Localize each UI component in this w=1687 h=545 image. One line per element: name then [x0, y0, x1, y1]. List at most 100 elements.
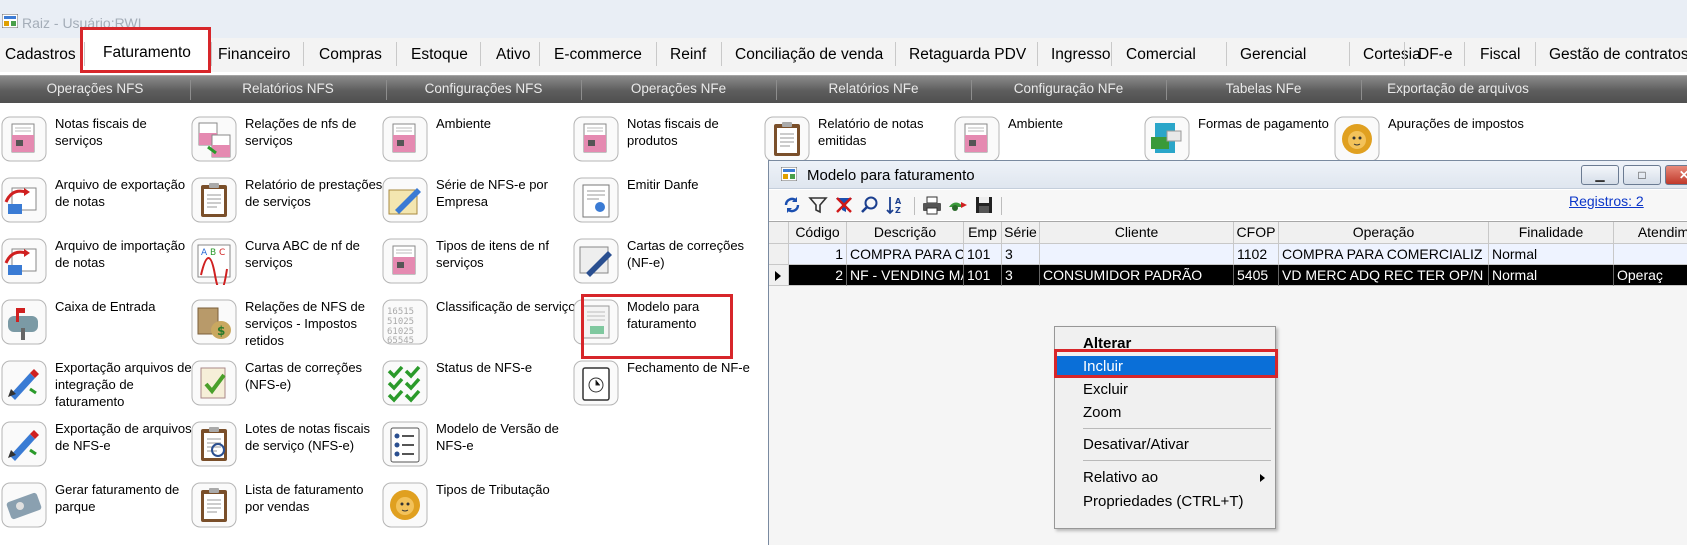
- column-header-cfop[interactable]: CFOP: [1234, 222, 1279, 244]
- tile-gerar-faturamento-de-parque[interactable]: Gerar faturamento de parque: [0, 481, 190, 539]
- tile-arquivo-de-importacao-de-notas[interactable]: Arquivo de importação de notas: [0, 237, 190, 295]
- menu-item-ativo[interactable]: Ativo: [496, 44, 530, 68]
- context-item-propriedades[interactable]: Propriedades (CTRL+T): [1055, 491, 1275, 513]
- tile-lista-de-faturamento-por-vendas[interactable]: Lista de faturamento por vendas: [190, 481, 380, 539]
- column-header-descricao[interactable]: Descrição: [847, 222, 964, 244]
- cell-serie[interactable]: 3: [1002, 244, 1040, 265]
- menu-item-financeiro[interactable]: Financeiro: [218, 44, 290, 68]
- subtab-tabelas-nfe[interactable]: Tabelas NFe: [1166, 76, 1361, 103]
- cell-atendimento[interactable]: Operaç: [1614, 265, 1687, 286]
- tile-lotes-de-notas-fiscais-de-servico-nfs-e[interactable]: Lotes de notas fiscais de serviço (NFS-e…: [190, 420, 380, 478]
- row-indicator[interactable]: [769, 244, 789, 265]
- search-icon[interactable]: [859, 194, 881, 216]
- cell-finalidade[interactable]: Normal: [1489, 244, 1614, 265]
- cell-serie[interactable]: 3: [1002, 265, 1040, 286]
- tile-ambiente[interactable]: Ambiente: [381, 115, 571, 173]
- refresh-icon[interactable]: [781, 194, 803, 216]
- subtab-configura-o-nfe[interactable]: Configuração NFe: [971, 76, 1166, 103]
- registros-link[interactable]: Registros: 2: [1569, 193, 1644, 209]
- cell-cfop[interactable]: 1102: [1234, 244, 1279, 265]
- tile-caixa-de-entrada[interactable]: Caixa de Entrada: [0, 298, 190, 356]
- tile-cartas-de-correcoes-nfs-e[interactable]: Cartas de correções (NFS-e): [190, 359, 380, 417]
- close-button[interactable]: ✕: [1665, 165, 1687, 185]
- export-arrow-icon: [0, 176, 48, 224]
- cell-finalidade[interactable]: Normal: [1489, 265, 1614, 286]
- menu-item-faturamento[interactable]: Faturamento: [103, 42, 191, 66]
- tile-cartas-de-correcoes-nf-e[interactable]: Cartas de correções (NF-e): [572, 237, 762, 295]
- tile-exportacao-de-arquivos-de-nfs-e[interactable]: Exportação de arquivos de NFS-e: [0, 420, 192, 478]
- cell-codigo[interactable]: 1: [789, 244, 847, 265]
- minimize-button[interactable]: ▁: [1581, 165, 1619, 185]
- tile-serie-de-nfs-e-por-empresa[interactable]: Série de NFS-e por Empresa: [381, 176, 571, 234]
- column-header-emp[interactable]: Emp: [964, 222, 1002, 244]
- subtab-opera-es-nfs[interactable]: Operações NFS: [0, 76, 190, 103]
- tile-tipos-de-tributacao[interactable]: Tipos de Tributação: [381, 481, 571, 539]
- menu-item-compras[interactable]: Compras: [319, 44, 382, 68]
- subtab-relat-rios-nfs[interactable]: Relatórios NFS: [190, 76, 386, 103]
- cell-codigo[interactable]: 2: [789, 265, 847, 286]
- menu-item-ingresso[interactable]: Ingresso: [1051, 44, 1110, 68]
- clear-filter-icon[interactable]: [833, 194, 855, 216]
- context-item-zoom[interactable]: Zoom: [1055, 402, 1275, 424]
- tile-fechamento-de-nf-e[interactable]: Fechamento de NF-e: [572, 359, 762, 417]
- column-header-cliente[interactable]: Cliente: [1040, 222, 1234, 244]
- tile-tipos-de-itens-de-nf-servicos[interactable]: Tipos de itens de nf serviços: [381, 237, 571, 295]
- cell-cfop[interactable]: 5405: [1234, 265, 1279, 286]
- tile-exportacao-arquivos-de-integracao-de-faturamento[interactable]: Exportação arquivos de integração de fat…: [0, 359, 192, 417]
- menu-separator: [1349, 42, 1350, 66]
- filter-icon[interactable]: [807, 194, 829, 216]
- tile-relacoes-de-nfs-de-servicos-impostos-retidos[interactable]: $ Relações de NFS de serviços - Impostos …: [190, 298, 380, 356]
- menu-item-concilia-o-de-venda[interactable]: Conciliação de venda: [735, 44, 883, 68]
- column-header-finalidade[interactable]: Finalidade: [1489, 222, 1614, 244]
- tile-arquivo-de-exportacao-de-notas[interactable]: Arquivo de exportação de notas: [0, 176, 190, 234]
- menu-item-retaguarda-pdv[interactable]: Retaguarda PDV: [909, 44, 1026, 68]
- ticket-icon: [0, 481, 48, 529]
- context-item-desativar-ativar[interactable]: Desativar/Ativar: [1055, 434, 1275, 456]
- row-indicator-current[interactable]: [769, 265, 789, 286]
- tile-classificacao-de-servico[interactable]: 16515 51025 61025 65545 Classificação de ser…: [381, 298, 575, 356]
- menu-item-fiscal[interactable]: Fiscal: [1480, 44, 1520, 68]
- tile-emitir-danfe[interactable]: Emitir Danfe: [572, 176, 762, 234]
- export-icon[interactable]: [947, 194, 969, 216]
- cell-operacao[interactable]: VD MERC ADQ REC TER OP/N: [1279, 265, 1489, 286]
- menu-item-cadastros[interactable]: Cadastros: [5, 44, 76, 68]
- cell-atendimento[interactable]: [1614, 244, 1687, 265]
- cell-descricao[interactable]: NF - VENDING MA: [847, 265, 964, 286]
- tile-notas-fiscais-de-servicos[interactable]: Notas fiscais de serviços: [0, 115, 190, 173]
- menu-item-e-commerce[interactable]: E-commerce: [554, 44, 642, 68]
- cell-cliente[interactable]: CONSUMIDOR PADRÃO: [1040, 265, 1234, 286]
- cell-operacao[interactable]: COMPRA PARA COMERCIALIZ: [1279, 244, 1489, 265]
- column-header-serie[interactable]: Série: [1002, 222, 1040, 244]
- subtab-relat-rios-nfe[interactable]: Relatórios NFe: [776, 76, 971, 103]
- context-item-excluir[interactable]: Excluir: [1055, 379, 1275, 401]
- tile-status-de-nfs-e[interactable]: Status de NFS-e: [381, 359, 571, 417]
- print-icon[interactable]: [921, 194, 943, 216]
- cell-emp[interactable]: 101: [964, 265, 1002, 286]
- menu-item-gerencial[interactable]: Gerencial: [1240, 44, 1306, 68]
- cell-cliente[interactable]: [1040, 244, 1234, 265]
- menu-item-df-e[interactable]: DF-e: [1418, 44, 1452, 68]
- column-header-codigo[interactable]: Código: [789, 222, 847, 244]
- tile-relacoes-de-nfs-de-servicos[interactable]: Relações de nfs de serviços: [190, 115, 380, 173]
- subtab-opera-es-nfe[interactable]: Operações NFe: [581, 76, 776, 103]
- tile-modelo-de-versao-de-nfs-e[interactable]: Modelo de Versão de NFS-e: [381, 420, 571, 478]
- tile-curva-abc-de-nf-de-servicos[interactable]: A B C Curva ABC de nf de serviços: [190, 237, 380, 295]
- menu-item-gest-o-de-contratos[interactable]: Gestão de contratos: [1549, 44, 1687, 68]
- subtab-configura-es-nfs[interactable]: Configurações NFS: [386, 76, 581, 103]
- save-icon[interactable]: [973, 194, 995, 216]
- column-header-atendimento[interactable]: Atendim: [1614, 222, 1687, 244]
- menu-separator: [396, 42, 397, 66]
- tile-notas-fiscais-de-produtos[interactable]: Notas fiscais de produtos: [572, 115, 762, 173]
- cell-emp[interactable]: 101: [964, 244, 1002, 265]
- tile-relatorio-de-prestacoes-de-servicos[interactable]: Relatório de prestações de serviços: [190, 176, 382, 234]
- menu-item-comercial[interactable]: Comercial: [1126, 44, 1196, 68]
- menu-item-reinf[interactable]: Reinf: [670, 44, 706, 68]
- sort-az-icon[interactable]: AZ: [885, 194, 907, 216]
- subtab-exporta-o-de-arquivos[interactable]: Exportação de arquivos: [1361, 76, 1555, 103]
- cell-descricao[interactable]: COMPRA PARA C: [847, 244, 964, 265]
- context-item-relativo-ao[interactable]: Relativo ao: [1055, 467, 1275, 489]
- column-header-operacao[interactable]: Operação: [1279, 222, 1489, 244]
- menu-item-cortesia[interactable]: Cortesia: [1363, 44, 1421, 68]
- menu-item-estoque[interactable]: Estoque: [411, 44, 468, 68]
- maximize-button[interactable]: □: [1623, 165, 1661, 185]
